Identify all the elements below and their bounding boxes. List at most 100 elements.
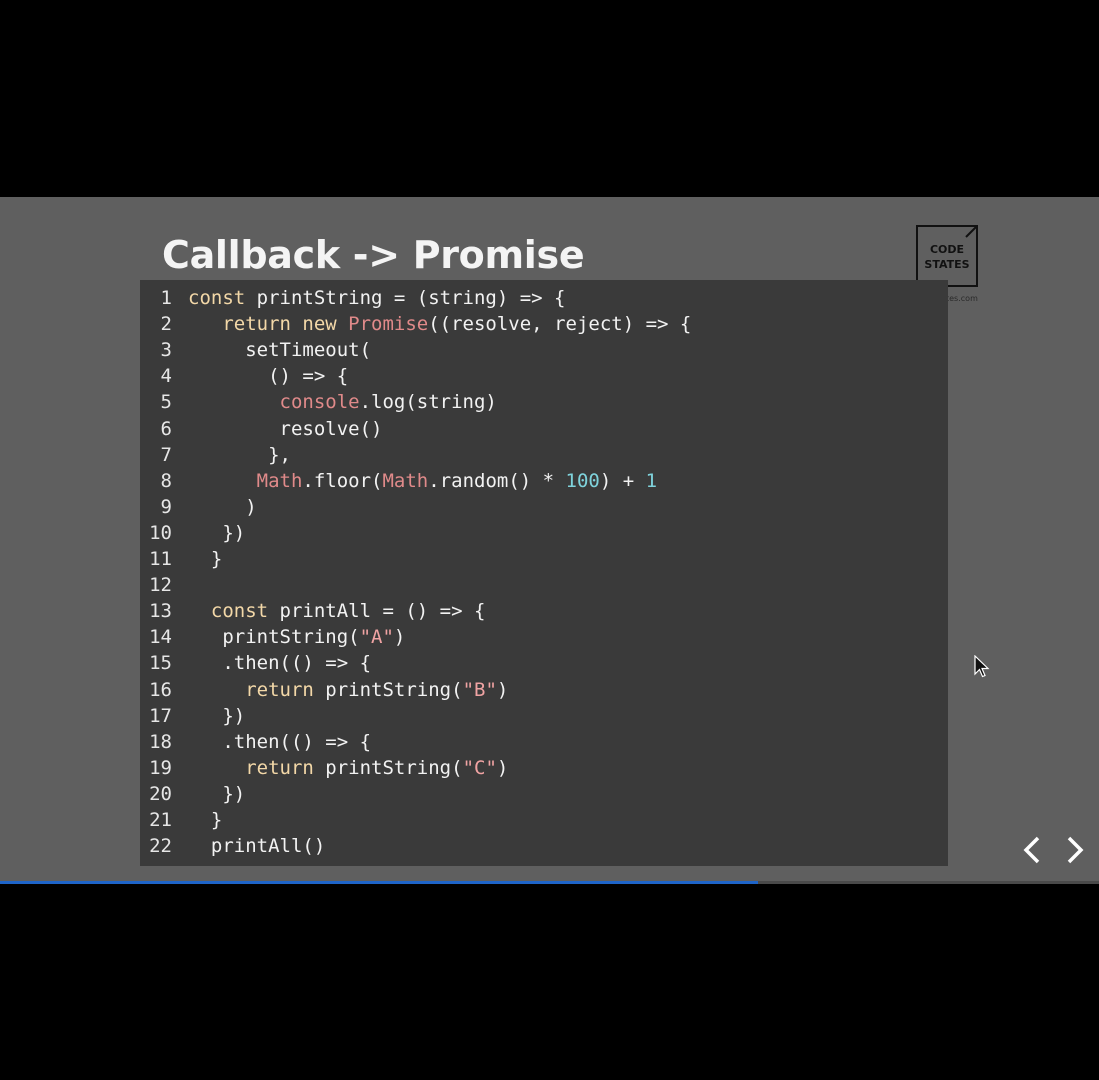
code-token: .floor( — [302, 469, 383, 492]
line-number: 22 — [149, 835, 172, 858]
code-line: 10 }) — [140, 520, 245, 546]
logo-line1: CODE — [929, 243, 965, 256]
code-token: .then(() => { — [188, 652, 372, 675]
chevron-right-icon — [1067, 836, 1084, 864]
code-text: } — [172, 807, 222, 833]
code-line: 11 } — [140, 546, 222, 572]
code-token: 100 — [565, 469, 600, 492]
previous-slide-button[interactable] — [1021, 835, 1043, 865]
code-text: printString("A") — [172, 624, 405, 650]
code-token: printString = (string) => { — [245, 287, 566, 309]
code-token: .random() * — [428, 469, 566, 492]
code-text: printAll() — [172, 833, 325, 859]
code-token: const — [210, 600, 269, 623]
line-number: 14 — [149, 626, 172, 649]
code-text: return printString("C") — [172, 755, 508, 781]
code-token: ) — [188, 495, 257, 518]
code-token: console — [279, 391, 360, 414]
code-line: 13 const printAll = () => { — [140, 598, 485, 624]
code-token: } — [188, 548, 223, 570]
code-block: 1 const printString = (string) => {2 retu… — [140, 280, 948, 866]
code-token: () => { — [188, 365, 349, 388]
code-text: return printString("B") — [172, 677, 508, 703]
code-text: Math.floor(Math.random() * 100) + 1 — [172, 468, 657, 494]
code-token: printString( — [313, 678, 463, 701]
code-token: Math — [382, 469, 429, 492]
line-number: 10 — [149, 521, 172, 544]
line-number: 15 — [149, 652, 172, 675]
code-text: }) — [172, 520, 245, 546]
code-token: return — [245, 756, 314, 779]
progress-bar[interactable] — [0, 881, 1099, 884]
next-slide-button[interactable] — [1064, 835, 1086, 865]
line-number: 20 — [149, 782, 172, 805]
code-line: 12 — [140, 572, 188, 598]
code-token: printAll = () => { — [268, 600, 486, 623]
code-text: const printAll = () => { — [172, 598, 486, 624]
slide-title: Callback -> Promise — [162, 233, 585, 277]
code-text: }) — [172, 781, 245, 807]
code-line: 5 console.log(string) — [140, 389, 497, 415]
code-token: }) — [188, 704, 246, 727]
code-token: ((resolve, reject) => { — [428, 313, 692, 336]
line-number: 1 — [160, 287, 172, 309]
code-token: .log(string) — [359, 391, 497, 414]
code-text: .then(() => { — [172, 650, 371, 676]
logo-line2: STATES — [924, 258, 970, 271]
code-token: 1 — [645, 469, 658, 492]
line-number: 3 — [160, 339, 172, 362]
line-number: 11 — [149, 548, 172, 570]
code-token: return — [245, 678, 314, 701]
line-number: 17 — [149, 704, 172, 727]
code-token: Promise — [348, 313, 429, 336]
code-line: 3 setTimeout( — [140, 337, 371, 363]
code-token: ) — [393, 626, 406, 649]
code-token: }, — [188, 443, 291, 466]
code-token: ) — [496, 678, 509, 701]
line-number: 13 — [149, 600, 172, 623]
code-line: 18 .then(() => { — [140, 729, 371, 755]
code-token: "B" — [462, 678, 497, 701]
line-number: 16 — [149, 678, 172, 701]
line-number: 21 — [149, 809, 172, 831]
line-number: 8 — [160, 469, 172, 492]
code-text: console.log(string) — [172, 389, 497, 415]
code-line: 14 printString("A") — [140, 624, 405, 650]
code-token: ) — [496, 756, 509, 779]
line-number: 4 — [160, 365, 172, 388]
code-line: 8 Math.floor(Math.random() * 100) + 1 — [140, 468, 658, 494]
line-number: 18 — [149, 730, 172, 753]
code-line: 1 const printString = (string) => { — [140, 285, 566, 311]
code-token: Math — [256, 469, 303, 492]
code-token: setTimeout( — [188, 339, 372, 362]
code-line: 22 printAll() — [140, 833, 325, 859]
slide: Callback -> Promise CODE STATES tes.com … — [0, 197, 1099, 883]
code-line: 6 resolve() — [140, 416, 383, 442]
code-line: 19 return printString("C") — [140, 755, 508, 781]
code-token: .then(() => { — [188, 730, 372, 753]
code-line: 21 } — [140, 807, 222, 833]
code-text: } — [172, 546, 222, 572]
code-line: 4 () => { — [140, 363, 349, 389]
code-line: 20 }) — [140, 781, 245, 807]
code-token: }) — [188, 521, 246, 544]
logo-corner-icon — [965, 226, 977, 238]
mouse-pointer-icon — [974, 655, 990, 678]
code-line: 2 return new Promise((resolve, reject) =… — [140, 311, 692, 337]
code-text: return new Promise((resolve, reject) => … — [172, 311, 691, 337]
code-line: 16 return printString("B") — [140, 677, 508, 703]
line-number: 5 — [160, 391, 172, 414]
line-number: 7 — [160, 443, 172, 466]
code-token: return new — [188, 313, 349, 336]
code-line: 7 }, — [140, 442, 291, 468]
code-token: "C" — [462, 756, 497, 779]
code-line: 17 }) — [140, 703, 245, 729]
code-token: } — [188, 809, 223, 831]
line-number: 12 — [149, 574, 172, 597]
code-text: resolve() — [172, 416, 383, 442]
code-line: 9 ) — [140, 494, 257, 520]
line-number: 2 — [160, 313, 172, 336]
